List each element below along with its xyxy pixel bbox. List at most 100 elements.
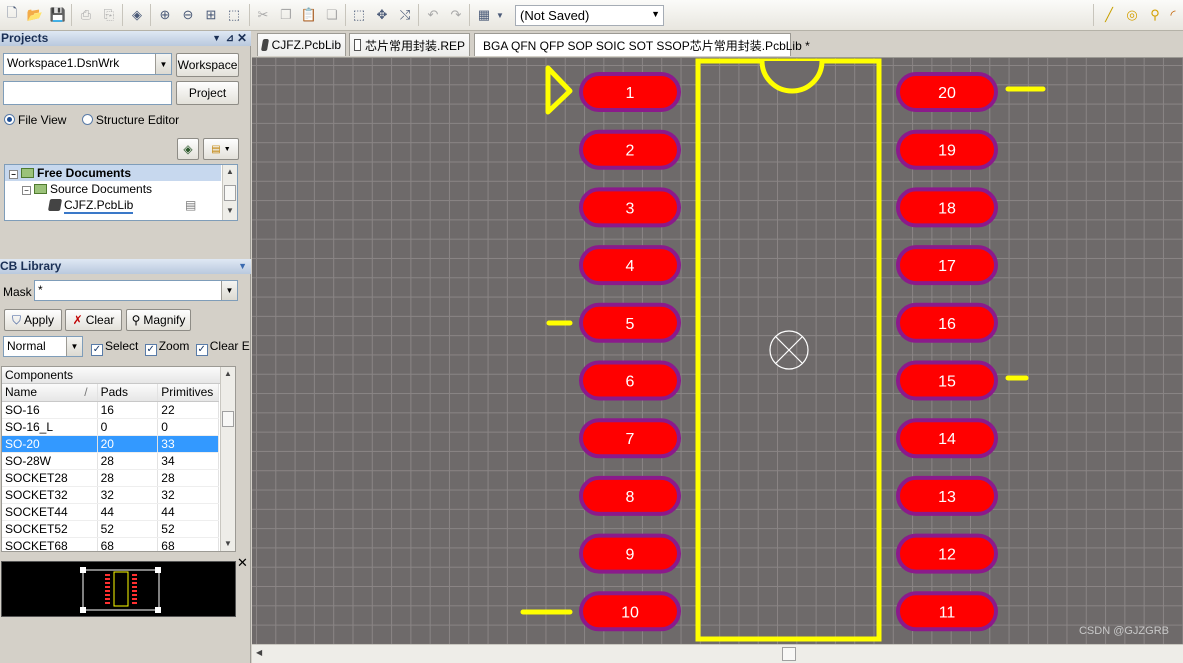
file-view-radio[interactable]: File View <box>4 113 66 127</box>
panel-menu-chevron-icon[interactable]: ▼ <box>212 31 221 46</box>
column-primitives-header[interactable]: Primitives <box>157 384 219 402</box>
table-row[interactable]: SOCKET44 44 44 <box>2 503 219 521</box>
table-row[interactable]: SOCKET28 28 28 <box>2 469 219 487</box>
column-pads-header[interactable]: Pads <box>97 384 159 402</box>
place-arc-icon[interactable]: ◜ <box>1166 5 1180 25</box>
table-row[interactable]: SOCKET68 68 68 <box>2 537 219 551</box>
chevron-down-icon[interactable]: ▼ <box>155 54 171 74</box>
structure-editor-radio[interactable]: Structure Editor <box>81 113 179 127</box>
pad[interactable]: 14 <box>896 418 998 459</box>
scroll-thumb[interactable] <box>782 647 796 661</box>
pad[interactable]: 18 <box>896 187 998 228</box>
table-row[interactable]: SOCKET52 52 52 <box>2 520 219 538</box>
move-icon[interactable]: ✥ <box>372 5 392 25</box>
zoom-checkbox[interactable]: ✓ Zoom <box>144 339 189 356</box>
components-grid[interactable]: Components Name / Pads Primitives SO-16 16… <box>1 366 236 552</box>
zoom-fit-icon[interactable]: ⊞ <box>201 5 221 25</box>
close-icon[interactable]: ✕ <box>237 555 248 571</box>
pad[interactable]: 9 <box>579 533 681 574</box>
mode-select[interactable]: Normal ▼ <box>3 336 83 357</box>
pad[interactable]: 8 <box>579 475 681 516</box>
compile-icon[interactable]: ◈ <box>177 138 199 160</box>
tree-item-source-documents[interactable]: − Source Documents <box>5 181 237 197</box>
deselect-icon[interactable]: ⤭ <box>395 5 415 25</box>
pad[interactable]: 5 <box>579 302 681 343</box>
scroll-down-icon[interactable]: ▼ <box>223 206 237 218</box>
pad[interactable]: 20 <box>896 72 998 112</box>
clear-button[interactable]: ✗ Clear <box>65 309 122 331</box>
table-row[interactable]: SO-16_L 0 0 <box>2 418 219 436</box>
tab-rep-file[interactable]: 芯片常用封装.REP <box>349 33 470 56</box>
close-icon[interactable]: ✕ <box>237 31 247 46</box>
zoom-out-icon[interactable]: ⊖ <box>178 5 198 25</box>
rubber-stamp-icon[interactable]: ❏ <box>322 5 342 25</box>
pad[interactable]: 17 <box>896 245 998 286</box>
collapse-icon[interactable]: − <box>9 170 18 179</box>
place-line-icon[interactable]: ╱ <box>1099 5 1119 25</box>
project-tree[interactable]: − Free Documents − Source Documents CJFZ.P… <box>4 164 238 221</box>
copy-icon[interactable]: ❐ <box>276 5 296 25</box>
project-input[interactable] <box>3 81 172 105</box>
table-row[interactable]: SO-28W 28 34 <box>2 452 219 470</box>
scroll-up-icon[interactable]: ▲ <box>223 167 237 179</box>
workspace-select[interactable]: Workspace1.DsnWrk ▼ <box>3 53 172 75</box>
table-row[interactable]: SOCKET32 32 32 <box>2 486 219 504</box>
magnify-button[interactable]: ⚲ Magnify <box>126 309 191 331</box>
pad[interactable]: 1 <box>579 72 681 112</box>
pad[interactable]: 7 <box>579 418 681 459</box>
chevron-down-icon[interactable]: ▼ <box>221 281 237 300</box>
pad[interactable]: 4 <box>579 245 681 286</box>
tab-bga-pcblib[interactable]: BGA QFN QFP SOP SOIC SOT SSOP芯片常用封装.PcbL… <box>474 33 810 56</box>
pcb-editor-canvas[interactable]: 1 2 3 4 5 6 7 8 9 10 20 19 18 17 16 15 14 13 12 11 CSDN @GJ… <box>252 58 1183 644</box>
pin-icon[interactable]: ⊿ <box>226 31 234 46</box>
table-row[interactable]: SO-20 20 33 <box>2 435 219 453</box>
clear-existing-checkbox[interactable]: ✓Clear Exi <box>195 339 250 356</box>
panel-menu-chevron-icon[interactable]: ▼ <box>238 259 247 274</box>
tab-cjfz-pcblib[interactable]: CJFZ.PcbLib <box>257 33 346 56</box>
mask-input[interactable]: * ▼ <box>34 280 238 301</box>
scroll-down-icon[interactable]: ▼ <box>221 539 235 551</box>
pad[interactable]: 2 <box>579 129 681 170</box>
pad[interactable]: 19 <box>896 129 998 170</box>
select-area-icon[interactable]: ⬚ <box>349 5 369 25</box>
grid-icon[interactable]: ▦ <box>474 5 494 25</box>
workspace-button[interactable]: Workspace <box>176 53 239 77</box>
open-folder-icon[interactable]: 📂 <box>25 5 45 25</box>
place-via-icon[interactable]: ⚲ <box>1145 5 1165 25</box>
layers-icon[interactable]: ◈ <box>127 5 147 25</box>
grid-dropdown-chevron-icon[interactable]: ▼ <box>494 5 506 25</box>
scroll-up-icon[interactable]: ▲ <box>221 369 235 381</box>
tree-scrollbar[interactable]: ▲ ▼ <box>222 165 237 220</box>
project-button[interactable]: Project <box>176 81 239 105</box>
pad[interactable]: 6 <box>579 360 681 401</box>
redo-icon[interactable]: ↷ <box>446 5 466 25</box>
save-icon[interactable]: 💾 <box>48 5 68 25</box>
pad[interactable]: 16 <box>896 302 998 343</box>
select-checkbox[interactable]: ✓ Select <box>91 339 138 356</box>
save-status-combo[interactable]: (Not Saved) ▼ <box>515 5 664 26</box>
footprint-minimap[interactable] <box>1 561 236 617</box>
zoom-area-icon[interactable]: ⬚ <box>224 5 244 25</box>
components-scrollbar[interactable]: ▲ ▼ <box>220 367 235 551</box>
pad[interactable]: 11 <box>896 591 998 632</box>
scroll-left-icon[interactable]: ◀ <box>256 648 262 657</box>
collapse-icon[interactable]: − <box>22 186 31 195</box>
print-icon[interactable]: ⎙ <box>76 5 96 25</box>
canvas-horizontal-scrollbar[interactable]: ◀ <box>252 644 1183 663</box>
table-row[interactable]: SO-16 16 22 <box>2 401 219 419</box>
cut-icon[interactable]: ✂ <box>253 5 273 25</box>
apply-button[interactable]: ⛉ Apply <box>4 309 62 331</box>
print-preview-icon[interactable]: ⎘ <box>99 5 119 25</box>
pad[interactable]: 13 <box>896 475 998 516</box>
pad[interactable]: 10 <box>579 591 681 632</box>
paste-icon[interactable]: 📋 <box>299 5 319 25</box>
pad[interactable]: 3 <box>579 187 681 228</box>
pad[interactable]: 12 <box>896 533 998 574</box>
place-pad-icon[interactable]: ◎ <box>1122 5 1142 25</box>
tree-item-pcblib[interactable]: CJFZ.PcbLib ▤ <box>5 197 237 214</box>
zoom-in-icon[interactable]: ⊕ <box>155 5 175 25</box>
undo-icon[interactable]: ↶ <box>423 5 443 25</box>
column-name-header[interactable]: Name / <box>2 384 98 402</box>
project-options-dropdown[interactable]: ▤ ▼ <box>203 138 239 160</box>
tree-item-free-documents[interactable]: − Free Documents <box>5 165 221 181</box>
